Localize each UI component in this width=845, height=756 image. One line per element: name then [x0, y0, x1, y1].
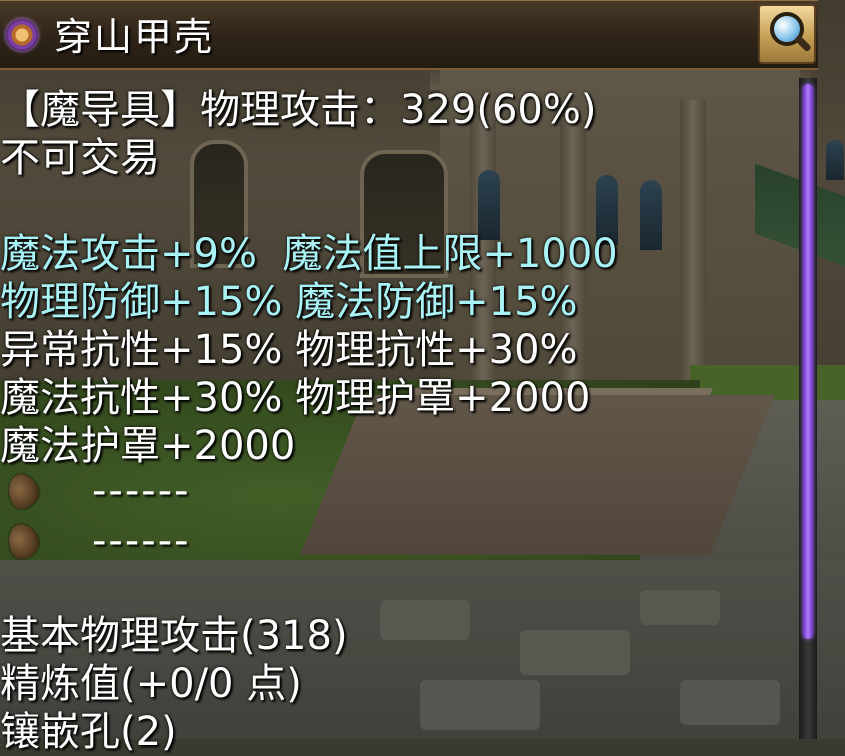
bonus-line: 物理防御+15% 魔法防御+15%	[0, 279, 578, 325]
bonus-line: 魔法护罩+2000	[0, 423, 296, 469]
item-ring-icon	[6, 19, 38, 51]
tooltip-title-bar: 穿山甲壳	[0, 0, 818, 70]
search-button[interactable]	[758, 4, 816, 64]
bonus-line: 异常抗性+15% 物理抗性+30%	[0, 327, 578, 373]
scrollbar-thumb[interactable]	[803, 84, 813, 639]
inlay-holes: 镶嵌孔(2)	[0, 709, 177, 755]
item-name: 穿山甲壳	[54, 15, 215, 59]
socket-slot-text: ------	[92, 518, 191, 564]
item-type-attack-line: 【魔导具】物理攻击：329(60%)	[0, 87, 597, 133]
trade-status: 不可交易	[0, 135, 160, 181]
refine-value: 精炼值(+0/0 点)	[0, 661, 302, 707]
base-physical-attack: 基本物理攻击(318)	[0, 613, 348, 659]
socket-slot-text: ------	[92, 468, 191, 514]
item-tooltip-panel: 穿山甲壳 【魔导具】物理攻击：329(60%) 不可交易 魔法攻击+9% 魔法值…	[0, 0, 845, 755]
empty-socket-gem-icon	[2, 519, 44, 563]
magnifier-handle	[794, 34, 812, 53]
bonus-line: 魔法抗性+30% 物理护罩+2000	[0, 375, 591, 421]
empty-socket-gem-icon	[2, 469, 44, 513]
bonus-line: 魔法攻击+9% 魔法值上限+1000	[0, 231, 618, 277]
